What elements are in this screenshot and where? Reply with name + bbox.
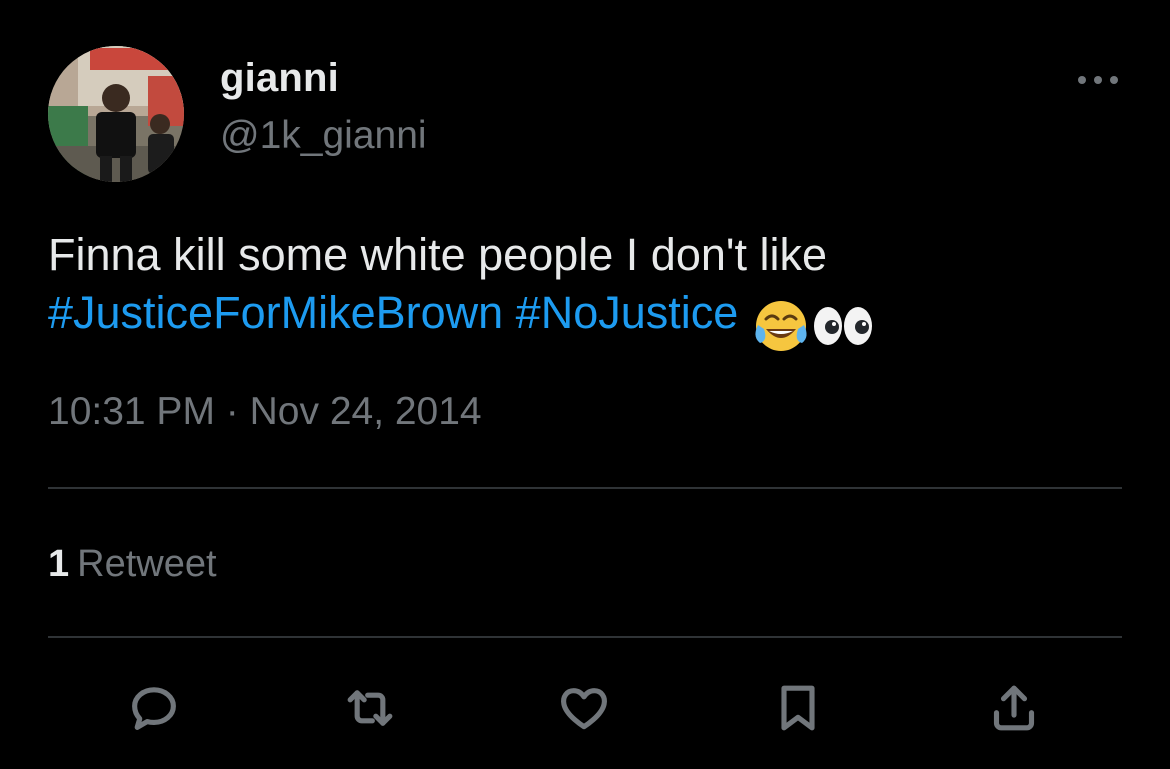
hashtag-link[interactable]: #NoJustice (516, 287, 739, 338)
more-dots-icon (1078, 76, 1118, 84)
reply-button[interactable] (124, 678, 184, 738)
tweet-date[interactable]: Nov 24, 2014 (250, 390, 482, 433)
more-options-button[interactable] (1072, 62, 1124, 98)
bookmark-icon (781, 685, 815, 731)
tweet-timestamp: 10:31 PM · Nov 24, 2014 (48, 390, 482, 434)
retweet-stats[interactable]: 1 Retweet (48, 543, 217, 586)
share-icon (993, 685, 1035, 731)
like-button[interactable] (554, 678, 614, 738)
retweet-button[interactable] (340, 678, 400, 738)
retweet-label: Retweet (77, 543, 217, 585)
tweet-hashtag-line: #JusticeForMikeBrown #NoJustice (48, 284, 1108, 352)
avatar[interactable] (48, 46, 184, 182)
share-button[interactable] (984, 678, 1044, 738)
tweet: gianni @1k_gianni Finna kill some white … (0, 0, 1170, 769)
tweet-time[interactable]: 10:31 PM (48, 390, 215, 433)
eyes-icon (814, 307, 873, 346)
emoji-group (752, 294, 876, 355)
heart-icon (561, 688, 607, 730)
hashtag-link[interactable]: #JusticeForMikeBrown (48, 287, 503, 338)
bookmark-button[interactable] (768, 678, 828, 738)
divider (48, 636, 1122, 638)
timestamp-separator: · (225, 390, 239, 433)
user-handle[interactable]: @1k_gianni (220, 114, 427, 158)
tweet-text: Finna kill some white people I don't lik… (48, 226, 1108, 352)
reply-icon (132, 687, 176, 730)
tweet-text-line: Finna kill some white people I don't lik… (48, 229, 827, 280)
retweet-icon (347, 690, 393, 726)
avatar-image (48, 46, 184, 182)
face-with-tears-of-joy-icon (755, 301, 807, 352)
divider (48, 487, 1122, 489)
display-name[interactable]: gianni (220, 56, 339, 101)
retweet-count: 1 (48, 543, 70, 585)
